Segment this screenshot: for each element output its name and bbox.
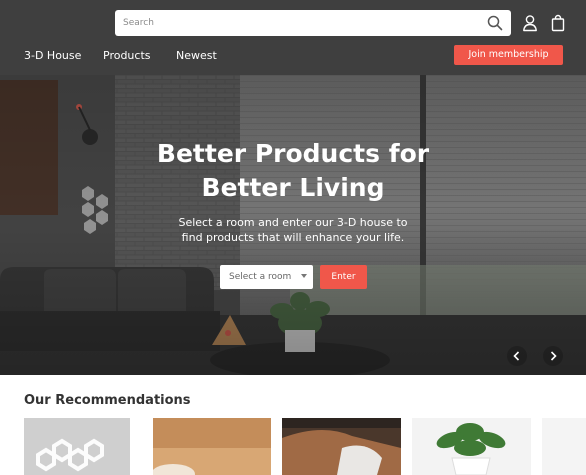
product-card-partial[interactable] xyxy=(542,418,586,475)
product-card-wood-lamp[interactable] xyxy=(153,418,271,475)
hero-title: Better Products for Better Living xyxy=(0,137,586,205)
next-slide-button[interactable] xyxy=(543,346,563,366)
hero-title-line-1: Better Products for xyxy=(156,139,430,168)
hero-subtitle-line-2: find products that will enhance your lif… xyxy=(181,231,405,244)
hero-subtitle-line-1: Select a room and enter our 3-D house to xyxy=(178,216,408,229)
hexagon-lights-image xyxy=(24,418,130,475)
product-card-potted-plant[interactable] xyxy=(412,418,531,475)
car-interior-image xyxy=(282,418,401,475)
shopping-bag-icon[interactable] xyxy=(550,14,566,32)
prev-slide-button[interactable] xyxy=(507,346,527,366)
user-icon[interactable] xyxy=(522,14,538,32)
wood-lamp-image xyxy=(153,418,271,475)
search-input[interactable] xyxy=(115,10,475,36)
join-membership-button[interactable]: Join membership xyxy=(454,45,563,65)
search-bar[interactable] xyxy=(115,10,511,36)
nav-3d-house[interactable]: 3-D House xyxy=(24,49,81,62)
hero-title-line-2: Better Living xyxy=(201,173,385,202)
product-card-car-interior[interactable] xyxy=(282,418,401,475)
recommendations-title: Our Recommendations xyxy=(24,393,191,408)
top-header: 3-D House Products Newest Join membershi… xyxy=(0,0,586,75)
potted-plant-image xyxy=(412,418,531,475)
chevron-right-icon xyxy=(550,351,557,361)
hero-banner: Better Products for Better Living Select… xyxy=(0,75,586,375)
room-select[interactable]: Select a room xyxy=(220,265,313,289)
product-card-hexagon-lights[interactable] xyxy=(24,418,130,475)
hero-subtitle: Select a room and enter our 3-D house to… xyxy=(0,215,586,245)
nav-products[interactable]: Products xyxy=(103,49,151,62)
chevron-left-icon xyxy=(513,351,520,361)
search-icon[interactable] xyxy=(487,15,503,31)
caret-down-icon xyxy=(301,274,307,278)
nav-newest[interactable]: Newest xyxy=(176,49,217,62)
enter-button[interactable]: Enter xyxy=(320,265,367,289)
room-select-value: Select a room xyxy=(229,272,292,282)
